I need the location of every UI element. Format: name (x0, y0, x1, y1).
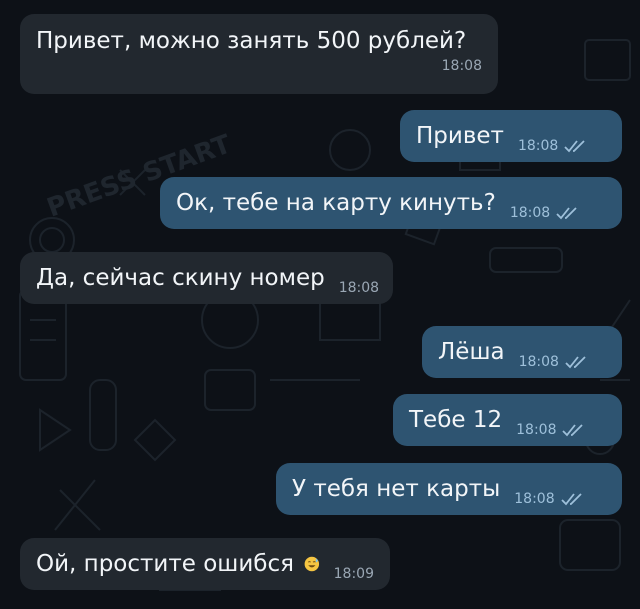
message-meta: 18:08 (442, 58, 482, 74)
outgoing-message-bubble[interactable]: У тебя нет карты 18:08 (276, 463, 622, 515)
outgoing-message-bubble[interactable]: Ок, тебе на карту кинуть? 18:08 (160, 177, 622, 229)
message-meta: 18:08 (516, 422, 586, 438)
message-time: 18:08 (516, 422, 557, 438)
message-meta: 18:08 (518, 138, 588, 154)
message-text: У тебя нет карты (292, 476, 501, 502)
message-meta: 18:08 (514, 491, 584, 507)
message-time: 18:08 (514, 491, 555, 507)
message-time: 18:09 (333, 566, 374, 582)
message-text: Ой, простите ошибся (36, 551, 294, 577)
message-meta: 18:08 (339, 280, 379, 296)
incoming-message-bubble[interactable]: Ой, простите ошибся 18:09 (20, 538, 390, 590)
message-text: Лёша (438, 339, 505, 365)
message-time: 18:08 (517, 138, 559, 154)
message-text: Тебе 12 (409, 407, 503, 433)
message-time: 18:08 (441, 58, 482, 74)
message-time: 18:08 (509, 205, 551, 221)
incoming-message-bubble[interactable]: Да, сейчас скину номер 18:08 (20, 252, 393, 304)
message-text: Привет (416, 123, 504, 149)
message-meta: 18:09 (334, 566, 374, 582)
message-meta: 18:08 (510, 205, 580, 221)
message-text: Привет, можно занять 500 рублей? (36, 28, 467, 54)
sweat-smile-emoji-icon (304, 556, 320, 572)
message-meta: 18:08 (519, 354, 589, 370)
double-check-icon (560, 493, 582, 506)
outgoing-message-bubble[interactable]: Лёша 18:08 (422, 326, 622, 378)
incoming-message-bubble[interactable]: Привет, можно занять 500 рублей? 18:08 (20, 14, 498, 94)
double-check-icon (556, 207, 577, 220)
message-text: Да, сейчас скину номер (36, 265, 325, 291)
double-check-icon (562, 424, 584, 437)
outgoing-message-bubble[interactable]: Тебе 12 18:08 (393, 394, 622, 446)
message-time: 18:08 (338, 280, 380, 296)
outgoing-message-bubble[interactable]: Привет 18:08 (400, 110, 622, 162)
double-check-icon (565, 356, 586, 369)
double-check-icon (564, 140, 585, 153)
message-text: Ок, тебе на карту кинуть? (176, 190, 496, 216)
message-time: 18:08 (518, 354, 559, 370)
